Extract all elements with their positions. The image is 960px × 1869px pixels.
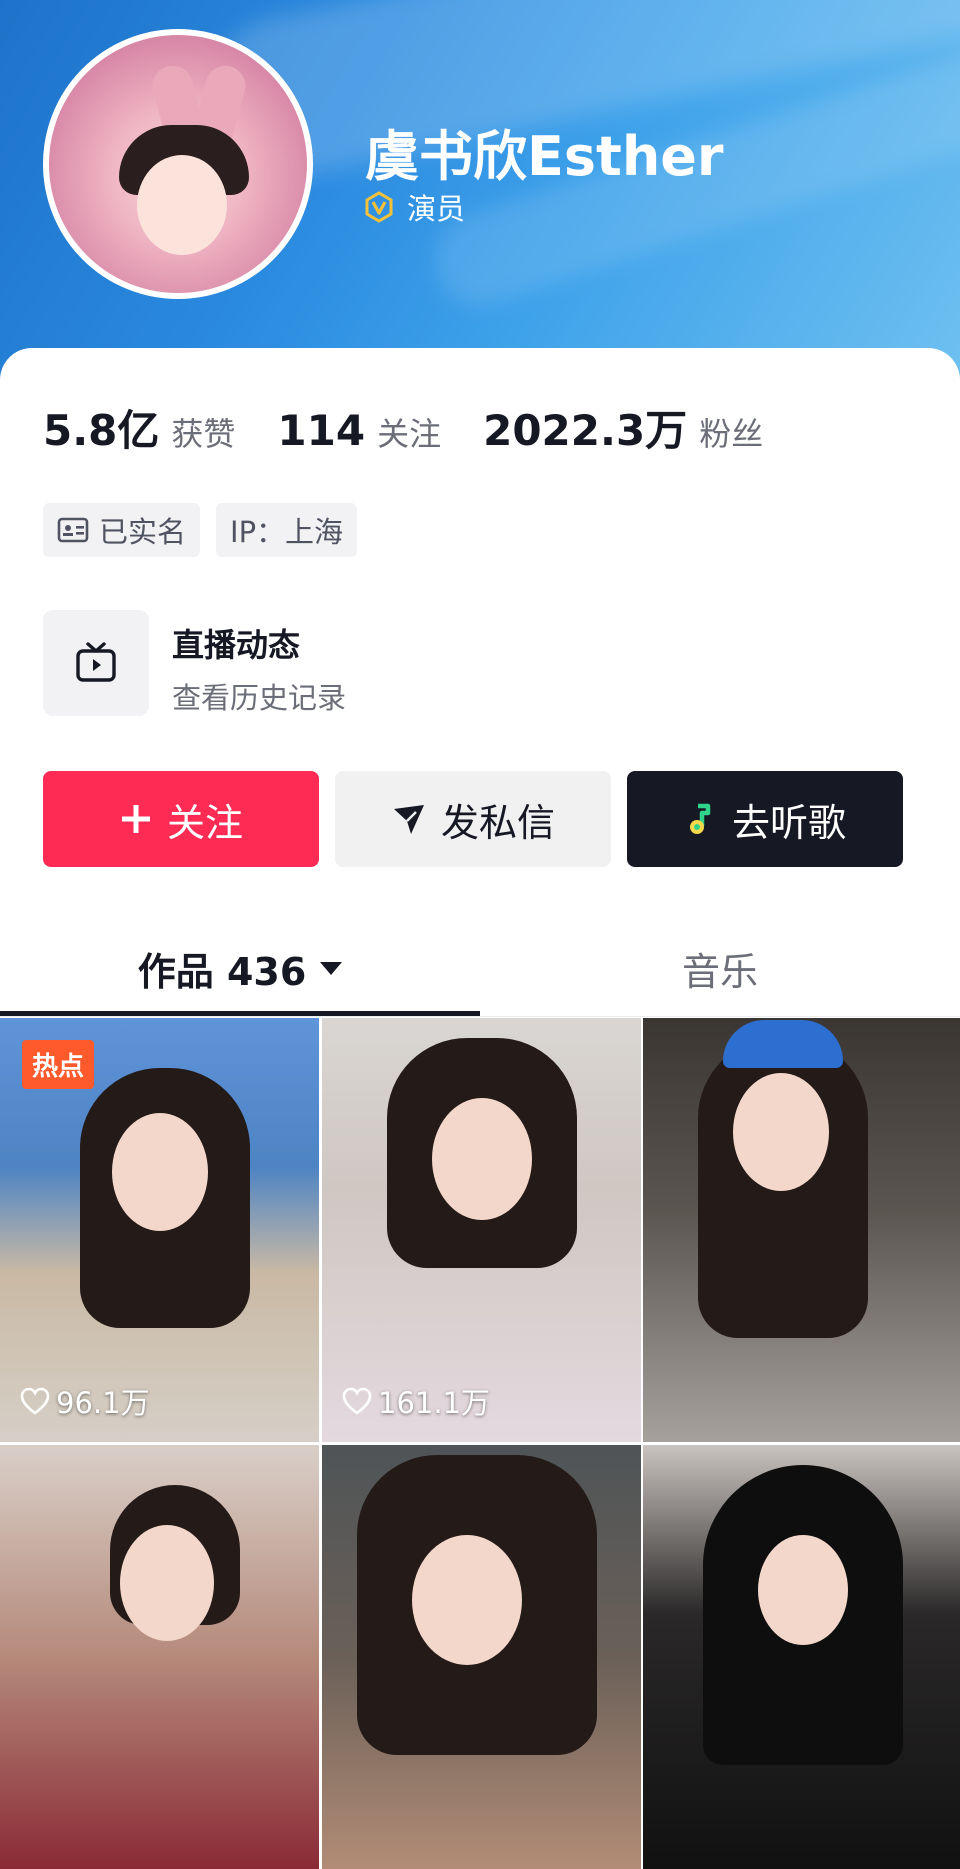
send-message-label: 发私信 [440,800,555,845]
tag-label: IP：上海 [230,515,344,549]
verified-v-icon [365,191,393,223]
stat-value: 114 [277,406,366,455]
thumbnail-figure [412,1535,522,1665]
tab-music[interactable]: 音乐 [480,920,960,1016]
video-likes: 161.1万 [342,1380,490,1422]
thumbnail-figure [733,1073,829,1191]
send-message-button[interactable]: 发私信 [335,771,611,867]
video-thumbnail[interactable] [322,1445,641,1869]
stat-value: 5.8亿 [43,406,160,455]
id-card-icon [57,517,89,543]
music-note-icon [684,802,718,836]
follow-label: 关注 [166,800,243,845]
stat-likes[interactable]: 5.8亿 获赞 [43,397,235,458]
send-icon [391,801,427,837]
listen-music-label: 去听歌 [731,800,846,845]
thumbnail-figure [758,1535,848,1645]
tag-label: 已实名 [99,515,187,549]
avatar-face [137,155,227,255]
tv-icon [76,642,116,682]
verification-label: 演员 [407,192,466,226]
tab-works[interactable]: 作品 436 [0,920,480,1016]
stat-label: 关注 [377,415,442,453]
video-likes-count: 161.1万 [378,1386,491,1420]
thumbnail-figure [120,1525,214,1641]
video-thumbnail[interactable] [643,1445,960,1869]
stat-followers[interactable]: 2022.3万 粉丝 [483,397,763,458]
plus-icon [119,802,153,836]
hot-badge: 热点 [22,1040,95,1089]
live-subtitle: 查看历史记录 [172,681,347,715]
video-thumbnail[interactable]: 161.1万 [322,1018,641,1442]
live-title[interactable]: 直播动态 [172,620,300,666]
caret-down-icon[interactable] [320,961,343,975]
thumbnail-figure [723,1020,843,1068]
video-thumbnail[interactable]: 热点 96.1万 [0,1018,319,1442]
stat-label: 粉丝 [699,415,764,453]
heart-icon [20,1387,50,1415]
tag-ip-location: IP：上海 [216,503,358,557]
video-likes: 96.1万 [20,1380,150,1422]
video-likes-count: 96.1万 [56,1386,150,1420]
stat-label: 获赞 [171,415,236,453]
video-thumbnail[interactable] [643,1018,960,1442]
content-tabs: 作品 436 音乐 [0,920,960,1017]
stats-row: 5.8亿 获赞 114 关注 2022.3万 粉丝 [43,397,805,458]
thumbnail-figure [432,1098,532,1220]
live-history-button[interactable] [43,610,149,716]
heart-icon [342,1387,372,1415]
profile-name: 虞书欣Esther [365,125,724,188]
thumbnail-figure [112,1113,208,1231]
stat-following[interactable]: 114 关注 [277,406,441,455]
follow-button[interactable]: 关注 [43,771,319,867]
listen-music-button[interactable]: 去听歌 [627,771,903,867]
stat-value: 2022.3万 [483,406,688,455]
video-thumbnail[interactable] [0,1445,319,1869]
avatar[interactable] [43,29,313,299]
tag-real-name[interactable]: 已实名 [43,503,201,557]
profile-tags: 已实名 IP：上海 [43,503,373,557]
tab-works-label: 作品 436 [137,949,307,994]
tab-music-label: 音乐 [681,949,758,994]
active-tab-indicator [0,1011,480,1016]
verification-row: 演员 [363,186,465,228]
